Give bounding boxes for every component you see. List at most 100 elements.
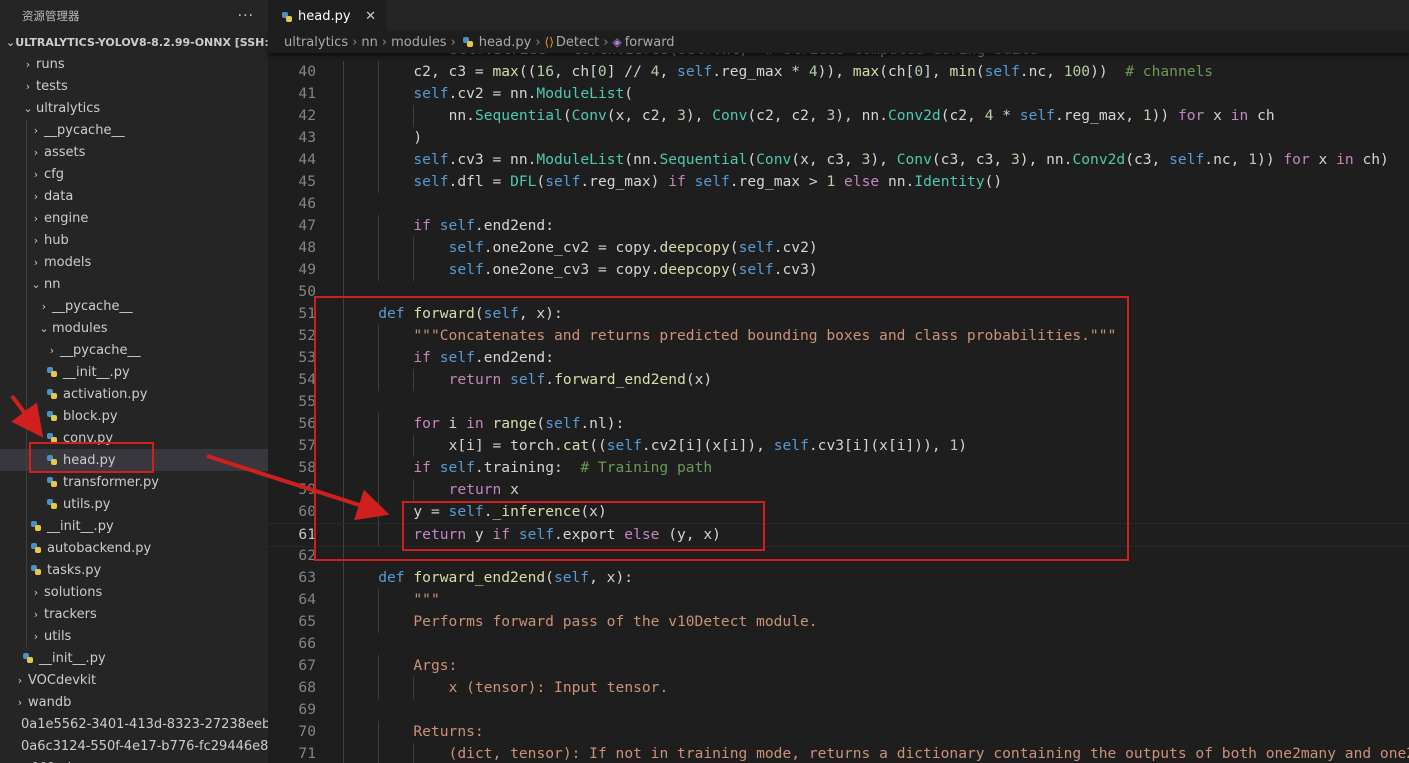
tree-file[interactable]: 0a1e5562-3401-413d-8323-27238eeb... xyxy=(0,713,268,735)
tree-folder[interactable]: › data xyxy=(0,185,268,207)
chevron-right-icon: › xyxy=(49,343,55,357)
indent-guide xyxy=(378,721,380,743)
chevron-right-icon: › xyxy=(33,629,39,643)
tab-head-py[interactable]: head.py ✕ xyxy=(268,0,386,32)
indent-guide xyxy=(26,405,27,427)
tree-folder[interactable]: › assets xyxy=(0,141,268,163)
tree-folder[interactable]: › __pycache__ xyxy=(0,119,268,141)
tree-folder[interactable]: ⌄ nn xyxy=(0,273,268,295)
code-text: ) xyxy=(413,129,423,146)
line-number: 43 xyxy=(298,129,316,146)
python-file-icon xyxy=(282,11,292,22)
tree-file[interactable]: activation.py xyxy=(0,383,268,405)
breadcrumb-item[interactable]: nn xyxy=(361,35,377,50)
chevron-right-icon: › xyxy=(33,145,39,159)
code-text: Returns: xyxy=(413,723,484,740)
code-line: 71 (dict, tensor): If not in training mod… xyxy=(268,743,1409,763)
code-text: self.cv3 = nn.ModuleList(nn.Sequential(C… xyxy=(413,151,1389,168)
code-line: 47 if self.end2end: xyxy=(268,215,1409,237)
code-line: 65 Performs forward pass of the v10Detect… xyxy=(268,611,1409,633)
line-number: 70 xyxy=(298,723,316,740)
line-number: 68 xyxy=(298,679,316,696)
breadcrumb-item[interactable]: Detect xyxy=(556,35,599,50)
line-number: 40 xyxy=(298,63,316,80)
indent-guide xyxy=(378,105,380,127)
chevron-down-icon: ⌄ xyxy=(23,101,33,115)
indent-guide xyxy=(413,105,415,127)
tree-folder[interactable]: › trackers xyxy=(0,603,268,625)
tree-folder[interactable]: › __pycache__ xyxy=(0,295,268,317)
python-file-icon xyxy=(47,477,57,487)
code-line: 70 Returns: xyxy=(268,721,1409,743)
tree-folder[interactable]: › wandb xyxy=(0,691,268,713)
line-number: 66 xyxy=(298,635,316,652)
tree-item-label: cfg xyxy=(44,166,64,182)
python-file-icon xyxy=(31,543,41,553)
explorer-title: 资源管理器 xyxy=(22,8,80,23)
tree-folder[interactable]: › models xyxy=(0,251,268,273)
python-file-icon xyxy=(31,565,41,575)
tree-folder[interactable]: ⌄ modules xyxy=(0,317,268,339)
indent-guide xyxy=(26,515,27,537)
method-symbol-icon: ◈ xyxy=(612,35,622,49)
indent-guide xyxy=(26,185,27,207)
tree-folder[interactable]: › solutions xyxy=(0,581,268,603)
tree-file[interactable]: __init__.py xyxy=(0,361,268,383)
indent-guide xyxy=(26,207,27,229)
line-number: 47 xyxy=(298,217,316,234)
tree-folder[interactable]: › VOCdevkit xyxy=(0,669,268,691)
tree-item-label: __pycache__ xyxy=(60,342,141,358)
tree-folder[interactable]: › __pycache__ xyxy=(0,339,268,361)
indent-guide xyxy=(343,567,344,589)
indent-guide xyxy=(378,743,380,763)
tree-file[interactable]: autobackend.py xyxy=(0,537,268,559)
indent-guide xyxy=(26,625,27,647)
indent-guide xyxy=(26,537,27,559)
tree-item-label: block.py xyxy=(63,408,118,424)
tree-file[interactable]: utils.py xyxy=(0,493,268,515)
chevron-right-icon: › xyxy=(33,233,39,247)
code-text: def forward_end2end(self, x): xyxy=(378,569,634,586)
line-number: 55 xyxy=(298,393,316,410)
close-icon[interactable]: ✕ xyxy=(365,9,376,24)
code-line: 45 self.dfl = DFL(self.reg_max) if self.r… xyxy=(268,171,1409,193)
indent-guide xyxy=(378,215,380,237)
tab-bar: head.py ✕ xyxy=(268,0,1409,32)
tree-file[interactable]: 001.xlsx xyxy=(0,757,268,763)
tree-item-label: transformer.py xyxy=(63,474,159,490)
workspace-root[interactable]: ⌄ ULTRALYTICS-YOLOV8-8.2.99-ONNX [SSH: 1… xyxy=(0,31,268,53)
breadcrumb-item[interactable]: forward xyxy=(625,35,675,50)
tree-item-label: engine xyxy=(44,210,89,226)
breadcrumb-item[interactable]: modules xyxy=(391,35,447,50)
tree-file[interactable]: __init__.py xyxy=(0,647,268,669)
tree-folder[interactable]: › cfg xyxy=(0,163,268,185)
tree-file[interactable]: transformer.py xyxy=(0,471,268,493)
tree-folder[interactable]: › hub xyxy=(0,229,268,251)
code-text: """ xyxy=(413,591,440,608)
line-number: 63 xyxy=(298,569,316,586)
tree-item-label: solutions xyxy=(44,584,103,600)
code-text: Performs forward pass of the v10Detect m… xyxy=(413,613,818,630)
python-file-icon xyxy=(47,389,57,399)
indent-guide xyxy=(343,237,344,259)
indent-guide xyxy=(26,119,27,141)
line-number: 48 xyxy=(298,239,316,256)
tree-file[interactable]: tasks.py xyxy=(0,559,268,581)
tree-file[interactable]: block.py xyxy=(0,405,268,427)
tree-folder[interactable]: › engine xyxy=(0,207,268,229)
tree-folder[interactable]: › utils xyxy=(0,625,268,647)
tree-folder[interactable]: › runs xyxy=(0,53,268,75)
indent-guide xyxy=(26,273,27,295)
code-line: 67 Args: xyxy=(268,655,1409,677)
chevron-right-icon: › xyxy=(41,299,47,313)
indent-guide xyxy=(26,493,27,515)
breadcrumb-item[interactable]: head.py xyxy=(479,35,532,50)
tree-folder[interactable]: ⌄ ultralytics xyxy=(0,97,268,119)
more-actions-icon[interactable]: ··· xyxy=(238,8,254,24)
tree-file[interactable]: __init__.py xyxy=(0,515,268,537)
tree-folder[interactable]: › tests xyxy=(0,75,268,97)
breadcrumb-item[interactable]: ultralytics xyxy=(284,35,348,50)
indent-guide xyxy=(413,259,415,281)
tree-file[interactable]: 0a6c3124-550f-4e17-b776-fc29446e8... xyxy=(0,735,268,757)
indent-guide xyxy=(378,149,380,171)
